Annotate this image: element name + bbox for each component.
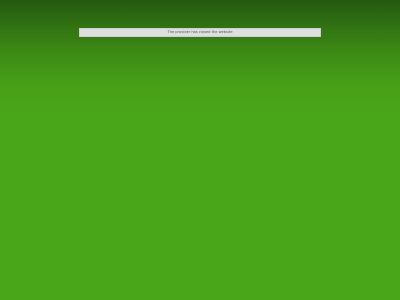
- page-background: The provider has closed the website: [0, 0, 400, 300]
- closed-notice-bar: The provider has closed the website: [79, 28, 321, 37]
- closed-notice-message: The provider has closed the website: [167, 29, 233, 34]
